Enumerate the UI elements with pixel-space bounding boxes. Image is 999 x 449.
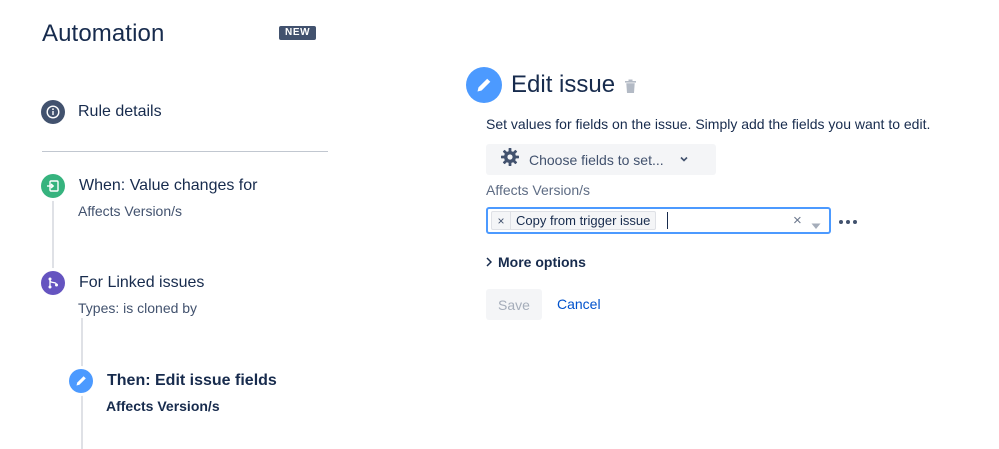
timeline-line	[52, 198, 54, 278]
trigger-icon[interactable]	[41, 174, 65, 198]
trigger-step-title[interactable]: When: Value changes for	[79, 177, 257, 195]
text-caret	[667, 212, 668, 229]
chevron-right-icon	[486, 254, 493, 270]
editor-description: Set values for fields on the issue. Simp…	[486, 116, 931, 132]
field-label: Affects Version/s	[486, 182, 591, 198]
more-options-toggle[interactable]: More options	[486, 254, 586, 270]
action-step-subtitle: Affects Version/s	[106, 398, 220, 414]
affects-version-select[interactable]: × Copy from trigger issue ×	[486, 207, 831, 234]
action-step-title[interactable]: Then: Edit issue fields	[107, 372, 277, 390]
choose-fields-label: Choose fields to set...	[529, 151, 664, 168]
branch-icon[interactable]	[41, 271, 65, 295]
selected-tag: × Copy from trigger issue	[491, 211, 657, 230]
new-badge: NEW	[279, 26, 317, 40]
selected-tag-label: Copy from trigger issue	[516, 213, 651, 228]
trash-icon[interactable]	[624, 79, 637, 99]
info-icon[interactable]	[41, 100, 65, 124]
edit-pencil-icon	[466, 67, 502, 103]
save-button[interactable]: Save	[486, 289, 542, 320]
pencil-icon[interactable]	[69, 369, 93, 393]
chevron-down-icon	[679, 151, 689, 169]
editor-title: Edit issue	[511, 71, 616, 98]
divider	[42, 151, 328, 152]
dropdown-caret-icon[interactable]	[811, 217, 821, 235]
more-dots-icon[interactable]	[838, 212, 858, 230]
cancel-button[interactable]: Cancel	[557, 296, 601, 312]
branch-step-title[interactable]: For Linked issues	[79, 274, 204, 292]
app-title: Automation	[42, 20, 165, 47]
trigger-step-subtitle: Affects Version/s	[78, 203, 183, 219]
more-options-label: More options	[498, 254, 586, 270]
tag-remove-icon[interactable]: ×	[492, 212, 511, 229]
gear-icon	[500, 147, 520, 172]
clear-icon[interactable]: ×	[793, 211, 802, 231]
rule-details-link[interactable]: Rule details	[78, 103, 162, 121]
branch-step-subtitle: Types: is cloned by	[78, 300, 198, 316]
choose-fields-button[interactable]: Choose fields to set...	[486, 144, 716, 175]
